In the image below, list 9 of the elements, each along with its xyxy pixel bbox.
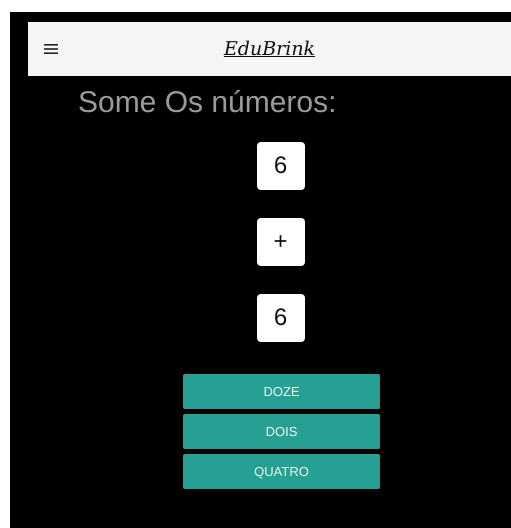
number-tile: + bbox=[256, 218, 304, 266]
number-tile: 6 bbox=[256, 294, 304, 342]
logo: EduBrink bbox=[224, 38, 316, 60]
number-tile: 6 bbox=[256, 142, 304, 190]
answer-button[interactable]: DOZE bbox=[183, 374, 380, 409]
answer-button[interactable]: QUATRO bbox=[183, 454, 380, 489]
menu-icon[interactable] bbox=[44, 43, 58, 55]
answer-button[interactable]: DOIS bbox=[183, 414, 380, 449]
prompt-text: Some Os números: bbox=[78, 86, 338, 120]
